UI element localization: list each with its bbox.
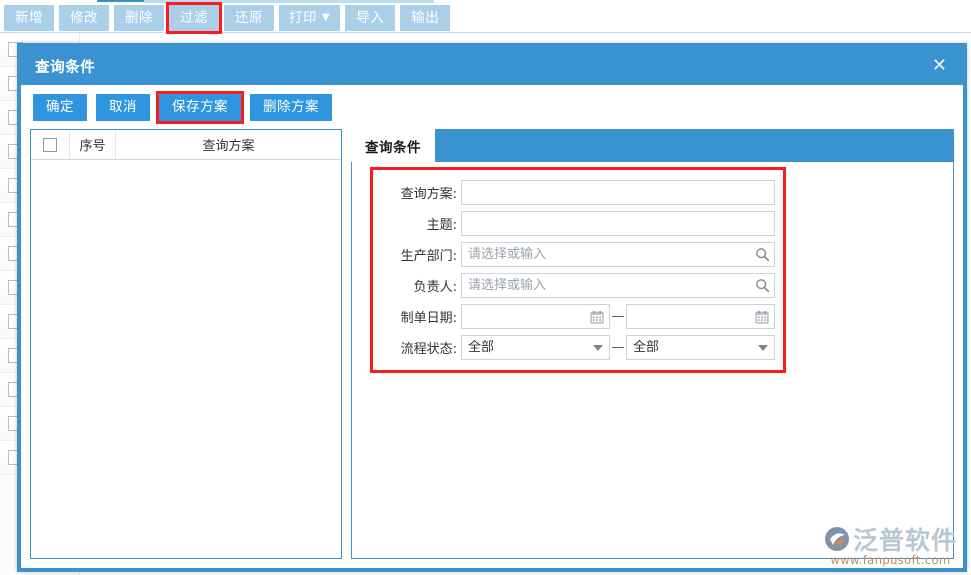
workflow-status-range-row: 流程状态: 全部 — 全部: [373, 335, 775, 360]
toolbar-button-label: 新增: [15, 9, 43, 26]
filter-button[interactable]: 过滤: [166, 1, 222, 34]
production-department-field-row: 生产部门:: [373, 242, 775, 267]
toolbar-button-label: 导入: [356, 9, 385, 26]
export-button[interactable]: 输出: [400, 4, 451, 31]
create-date-range-label: 制单日期:: [400, 311, 457, 326]
workflow-status-range-label: 流程状态:: [400, 342, 457, 357]
brand-logo-icon: [824, 527, 849, 551]
edit-button[interactable]: 修改: [59, 4, 109, 31]
query-scheme-field-row: 查询方案:: [373, 180, 775, 205]
production-department-field[interactable]: [461, 242, 775, 267]
toolbar-button-label: 输出: [411, 9, 440, 26]
search-icon: [755, 248, 769, 262]
range-separator: —: [611, 340, 625, 355]
create-date-range-row: 制单日期: —: [373, 304, 775, 329]
delete-scheme-button[interactable]: 删除方案: [250, 93, 332, 121]
dialog-title: 查询条件: [35, 59, 96, 76]
select-all-checkbox[interactable]: [43, 137, 57, 152]
subject-field[interactable]: [461, 211, 775, 236]
main-toolbar: 新增 修改 删除 过滤 还原 打印 ▼ 导入 输出: [0, 0, 971, 34]
close-icon[interactable]: ✕: [928, 55, 951, 77]
dialog-toolbar: 确定 取消 保存方案 删除方案: [21, 85, 963, 129]
calendar-icon: [755, 310, 769, 323]
toolbar-button-label: 修改: [70, 9, 98, 26]
create-date-range-to[interactable]: [626, 304, 775, 329]
scheme-table-header: 序号 查询方案: [31, 130, 341, 160]
column-header-sequence: 序号: [70, 130, 116, 159]
watermark-url: www.fanpusoft.com: [830, 553, 951, 567]
condition-panel: 查询条件 查询方案: 主题: 生产部门: 负责人: 制单日期: — 流程状态: 全部—全部: [351, 129, 954, 559]
person-in-charge-field-row: 负责人:: [373, 273, 775, 298]
select-all-header[interactable]: [31, 130, 70, 159]
create-date-range-to-calendar-button[interactable]: [754, 309, 770, 325]
condition-form-area: 查询方案: 主题: 生产部门: 负责人: 制单日期: — 流程状态: 全部—全部: [351, 162, 954, 559]
import-button[interactable]: 导入: [345, 4, 396, 31]
chevron-down-icon: ▼: [322, 11, 331, 23]
column-header-scheme: 查询方案: [202, 139, 255, 154]
query-scheme-field[interactable]: [461, 180, 775, 205]
watermark-brand: 泛普软件: [852, 526, 957, 555]
toolbar-strip-dark: [97, 0, 144, 2]
toolbar-button-label: 打印: [289, 9, 317, 26]
scheme-table-body[interactable]: [31, 160, 341, 558]
production-department-field-label: 生产部门:: [400, 249, 457, 264]
person-in-charge-field-search-button[interactable]: [754, 278, 770, 294]
query-scheme-field-label: 查询方案:: [400, 187, 457, 202]
save-scheme-button[interactable]: 保存方案: [156, 90, 244, 124]
print-button[interactable]: 打印 ▼: [279, 4, 341, 31]
cancel-button[interactable]: 取消: [96, 93, 150, 121]
workflow-status-range-from[interactable]: 全部: [461, 335, 610, 360]
create-date-range-from[interactable]: [461, 304, 610, 329]
person-in-charge-field-label: 负责人:: [413, 280, 457, 295]
delete-button[interactable]: 删除: [114, 4, 164, 31]
watermark: 泛普软件 www.fanpusoft.com: [824, 521, 957, 567]
person-in-charge-field[interactable]: [461, 273, 775, 298]
toolbar-button-label: 还原: [235, 9, 263, 26]
dialog-header: 查询条件 ✕: [21, 47, 963, 85]
production-department-field-search-button[interactable]: [754, 247, 770, 263]
app-root: 新增 修改 删除 过滤 还原 打印 ▼ 导入 输出 查询条件 ✕ 确定 取消 保存方案 删除方案 序号…: [0, 0, 971, 575]
search-icon: [755, 279, 769, 293]
scheme-list-panel: 序号 查询方案: [30, 129, 342, 559]
subject-field-row: 主题:: [373, 211, 775, 236]
restore-button[interactable]: 还原: [224, 4, 274, 31]
query-form: 查询方案: 主题: 生产部门: 负责人: 制单日期: — 流程状态: 全部—全部: [370, 167, 786, 373]
workflow-status-range-to[interactable]: 全部: [626, 335, 775, 360]
create-date-range-from-calendar-button[interactable]: [589, 309, 605, 325]
query-condition-dialog: 查询条件 ✕ 确定 取消 保存方案 删除方案 序号 查询方案 查询条件 查询方案…: [17, 43, 967, 572]
calendar-icon: [590, 310, 604, 323]
toolbar-strip-light: [144, 0, 434, 3]
range-separator: —: [611, 309, 625, 324]
toolbar-button-label: 删除: [125, 9, 153, 26]
confirm-button[interactable]: 确定: [33, 93, 87, 121]
tab-query-condition[interactable]: 查询条件: [351, 129, 435, 162]
tab-bar: 查询条件: [351, 129, 954, 162]
subject-field-label: 主题:: [426, 218, 457, 233]
add-button[interactable]: 新增: [4, 4, 54, 31]
toolbar-button-label: 过滤: [180, 9, 208, 26]
dialog-body: 序号 查询方案 查询条件 查询方案:主题:生产部门:负责人:制单日期:—流程状态…: [21, 129, 963, 568]
